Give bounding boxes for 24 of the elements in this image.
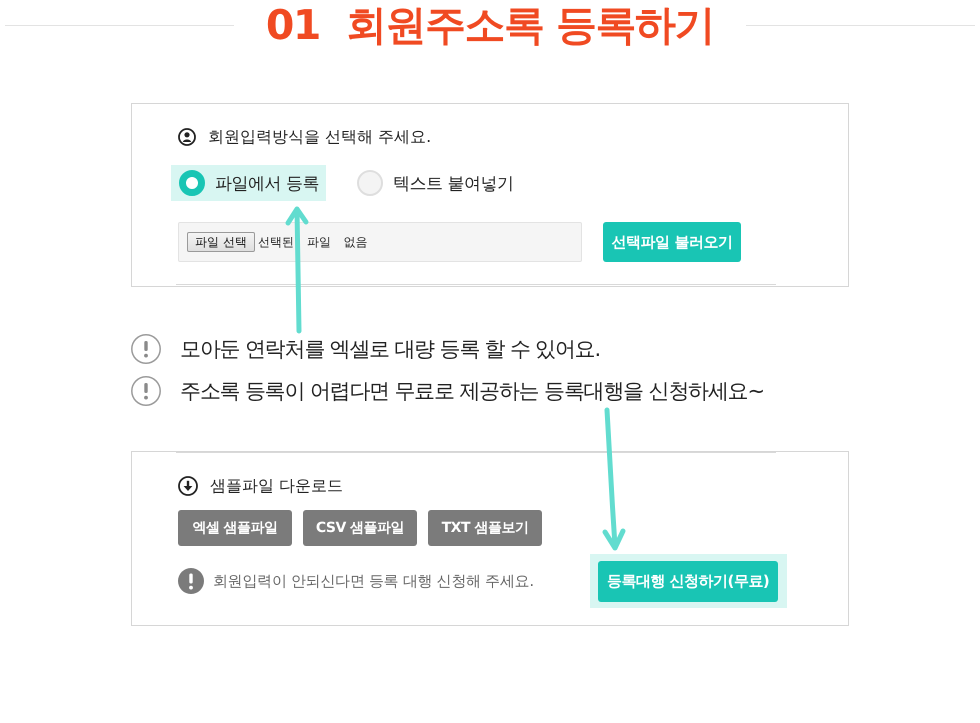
radio-button[interactable] bbox=[179, 170, 205, 196]
exclamation-icon bbox=[131, 376, 161, 406]
info-note: 모아둔 연락처를 엑셀로 대량 등록 할 수 있어요. bbox=[180, 336, 600, 363]
file-status-text: 선택된 파일 없음 bbox=[258, 234, 368, 250]
sample-file-button[interactable]: TXT 샘플보기 bbox=[428, 510, 542, 546]
download-icon bbox=[178, 476, 198, 496]
page-title: 회원주소록 등록하기 bbox=[346, 0, 714, 50]
radio-option[interactable]: 텍스트 붙여넣기 bbox=[348, 165, 520, 201]
section-heading: 회원입력방식을 선택해 주세요. bbox=[208, 126, 432, 148]
exclamation-icon bbox=[178, 568, 204, 594]
request-service-button[interactable]: 등록대행 신청하기(무료) bbox=[598, 561, 778, 602]
exclamation-icon bbox=[131, 334, 161, 364]
sample-file-button[interactable]: 엑셀 샘플파일 bbox=[178, 510, 292, 546]
sample-file-button[interactable]: CSV 샘플파일 bbox=[303, 510, 417, 546]
radio-option[interactable]: 파일에서 등록 bbox=[171, 165, 326, 201]
info-note: 주소록 등록이 어렵다면 무료로 제공하는 등록대행을 신청하세요~ bbox=[180, 378, 764, 405]
section-number: 01 bbox=[266, 0, 320, 50]
user-icon bbox=[178, 128, 196, 146]
section-heading: 샘플파일 다운로드 bbox=[210, 476, 344, 496]
file-input-field[interactable]: 파일 선택 선택된 파일 없음 bbox=[178, 222, 582, 262]
choose-file-button[interactable]: 파일 선택 bbox=[187, 232, 255, 252]
radio-button[interactable] bbox=[356, 170, 383, 196]
notice-text: 회원입력이 안되신다면 등록 대행 신청해 주세요. bbox=[213, 572, 534, 590]
load-file-button[interactable]: 선택파일 불러오기 bbox=[603, 222, 741, 262]
